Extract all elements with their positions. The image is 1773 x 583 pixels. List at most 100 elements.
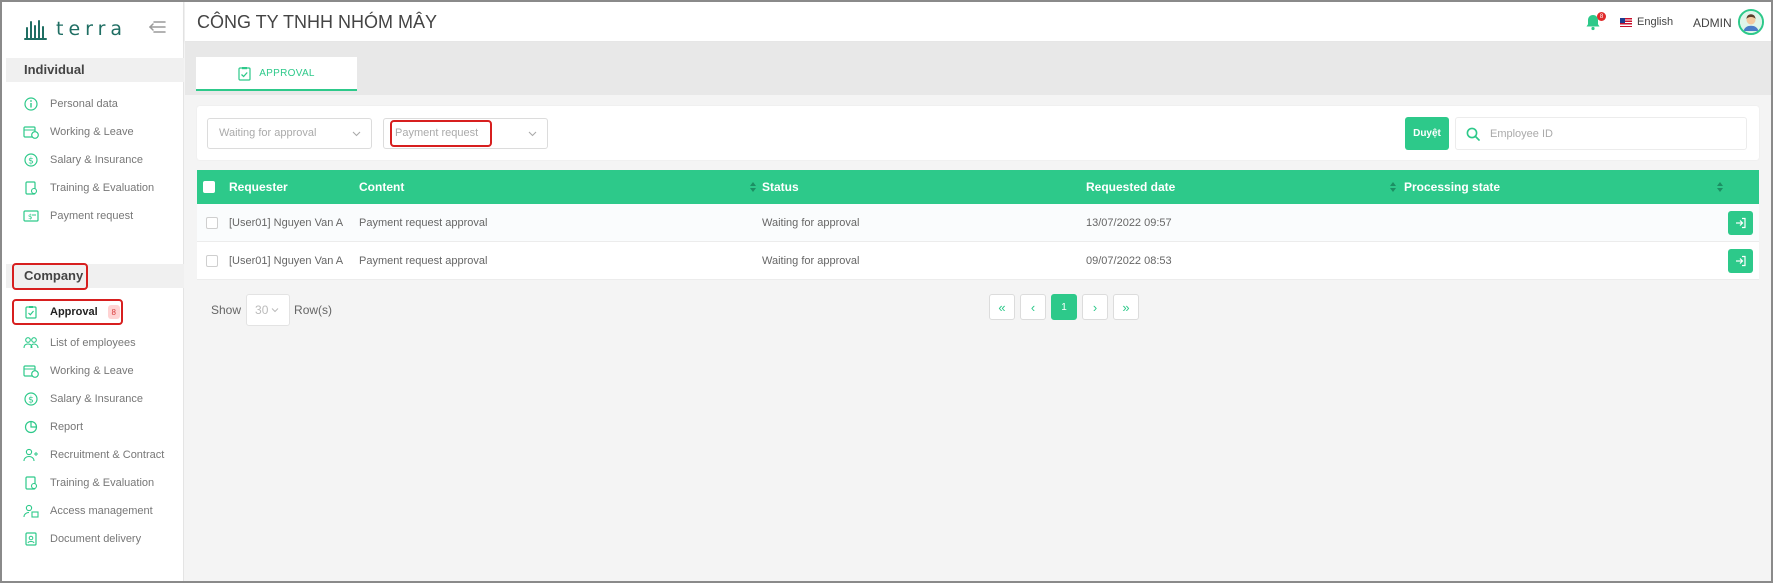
employee-id-search-input[interactable]	[1490, 127, 1720, 140]
column-header-status[interactable]: Status	[762, 170, 799, 204]
cell-content: Payment request approval	[359, 255, 488, 267]
training-icon	[22, 475, 40, 491]
collapse-menu-icon	[148, 21, 166, 33]
notification-count-badge: 8	[1597, 12, 1606, 21]
collapse-sidebar-button[interactable]	[148, 20, 168, 38]
document-icon	[22, 531, 40, 547]
company-name: CÔNG TY TNHH NHÓM MÂY	[197, 12, 438, 32]
pagination: « ‹ 1 › »	[989, 294, 1144, 320]
table-row[interactable]: [User01] Nguyen Van A Payment request ap…	[197, 242, 1759, 280]
search-icon	[1466, 127, 1480, 141]
show-label: Show	[211, 303, 242, 317]
users-icon	[22, 335, 40, 351]
dollar-icon: $	[22, 391, 40, 407]
info-icon	[22, 96, 40, 112]
sidebar-item-label: Salary & Insurance	[50, 154, 143, 166]
cell-requested-date: 13/07/2022 09:57	[1086, 217, 1172, 229]
company-highlight-box	[12, 263, 88, 290]
rows-label: Row(s)	[294, 303, 333, 317]
avatar[interactable]	[1738, 9, 1764, 35]
logo-text: terra	[56, 18, 128, 40]
column-header-requester[interactable]: Requester	[229, 170, 288, 204]
pie-chart-icon	[22, 419, 40, 435]
user-plus-icon	[22, 447, 40, 463]
sidebar-item-label: Salary & Insurance	[50, 393, 143, 405]
sidebar-item-training-evaluation[interactable]: Training & Evaluation	[22, 178, 180, 198]
sort-icon[interactable]	[1716, 181, 1724, 193]
sidebar-item-label: Recruitment & Contract	[50, 449, 165, 461]
sign-in-icon	[1735, 217, 1746, 229]
column-header-processing-state[interactable]: Processing state	[1404, 170, 1500, 204]
dollar-icon: $	[22, 152, 40, 168]
sidebar-item-label: Access management	[50, 505, 153, 517]
approval-table: Requester Content Status Requested date …	[197, 170, 1759, 280]
cell-requested-date: 09/07/2022 08:53	[1086, 255, 1172, 267]
sidebar-item-label: Working & Leave	[50, 365, 134, 377]
sidebar-item-payment-request[interactable]: $ Payment request	[22, 206, 180, 226]
approve-button[interactable]: Duyệt	[1405, 117, 1449, 150]
top-header: CÔNG TY TNHH NHÓM MÂY 8 English ADMIN	[185, 2, 1771, 42]
clipboard-check-icon	[238, 66, 251, 81]
page-size-control: Show 30 Row(s)	[211, 294, 332, 326]
table-header: Requester Content Status Requested date …	[197, 170, 1759, 204]
page-size-value: 30	[255, 303, 269, 317]
search-box	[1455, 117, 1747, 150]
open-detail-button[interactable]	[1728, 249, 1753, 273]
sidebar-item-company-salary-insurance[interactable]: $ Salary & Insurance	[22, 389, 180, 409]
user-name[interactable]: ADMIN	[1693, 16, 1732, 30]
clock-calendar-icon	[22, 124, 40, 140]
sidebar: terra Individual Personal data Working &…	[2, 2, 184, 581]
svg-text:$: $	[28, 396, 34, 406]
type-filter-highlight-box	[390, 120, 492, 147]
row-checkbox[interactable]	[206, 255, 218, 267]
sidebar-item-label: Training & Evaluation	[50, 182, 155, 194]
sidebar-item-salary-insurance[interactable]: $ Salary & Insurance	[22, 150, 180, 170]
sidebar-item-label: Document delivery	[50, 533, 142, 545]
prev-page-button[interactable]: ‹	[1020, 294, 1046, 320]
column-header-requested-date[interactable]: Requested date	[1086, 170, 1175, 204]
sidebar-item-company-working-leave[interactable]: Working & Leave	[22, 361, 180, 381]
sidebar-item-label: Report	[50, 421, 84, 433]
sidebar-item-recruitment-contract[interactable]: Recruitment & Contract	[22, 445, 180, 465]
sidebar-item-access-management[interactable]: Access management	[22, 501, 180, 521]
chevron-down-icon	[272, 308, 279, 313]
first-page-button[interactable]: «	[989, 294, 1015, 320]
column-header-content[interactable]: Content	[359, 170, 404, 204]
sidebar-item-list-of-employees[interactable]: List of employees	[22, 333, 180, 353]
next-page-button[interactable]: ›	[1082, 294, 1108, 320]
last-page-button[interactable]: »	[1113, 294, 1139, 320]
row-checkbox[interactable]	[206, 217, 218, 229]
page-size-select[interactable]: 30	[246, 294, 291, 326]
language-selector[interactable]: English	[1620, 16, 1673, 28]
status-filter-select[interactable]: Waiting for approval	[207, 118, 372, 149]
avatar-icon	[1740, 11, 1762, 33]
payment-icon: $	[22, 208, 40, 224]
training-icon	[22, 180, 40, 196]
us-flag-icon	[1620, 17, 1632, 27]
sidebar-item-personal-data[interactable]: Personal data	[22, 94, 180, 114]
sidebar-item-working-leave[interactable]: Working & Leave	[22, 122, 180, 142]
filter-bar: Waiting for approval Payment request Duy…	[197, 106, 1759, 160]
sidebar-item-document-delivery[interactable]: Document delivery	[22, 529, 180, 549]
sidebar-item-label: Working & Leave	[50, 126, 134, 138]
tab-label: APPROVAL	[259, 67, 315, 79]
sidebar-item-company-training-evaluation[interactable]: Training & Evaluation	[22, 473, 180, 493]
tab-approval[interactable]: APPROVAL	[196, 57, 357, 91]
open-detail-button[interactable]	[1728, 211, 1753, 235]
logo[interactable]: terra	[24, 16, 127, 42]
sidebar-item-label: Payment request	[50, 210, 134, 222]
cell-requester: [User01] Nguyen Van A	[229, 217, 344, 229]
sort-icon[interactable]	[749, 181, 757, 193]
select-all-checkbox[interactable]	[203, 181, 215, 193]
sort-icon[interactable]	[1389, 181, 1397, 193]
sidebar-item-report[interactable]: Report	[22, 417, 180, 437]
clock-calendar-icon	[22, 363, 40, 379]
table-row[interactable]: [User01] Nguyen Van A Payment request ap…	[197, 204, 1759, 242]
section-individual: Individual	[6, 58, 184, 82]
sidebar-item-label: Personal data	[50, 98, 118, 110]
language-label: English	[1637, 16, 1674, 28]
sign-in-icon	[1735, 255, 1746, 267]
cell-status: Waiting for approval	[762, 255, 860, 267]
page-button-current[interactable]: 1	[1051, 294, 1077, 320]
svg-text:$: $	[28, 157, 34, 167]
